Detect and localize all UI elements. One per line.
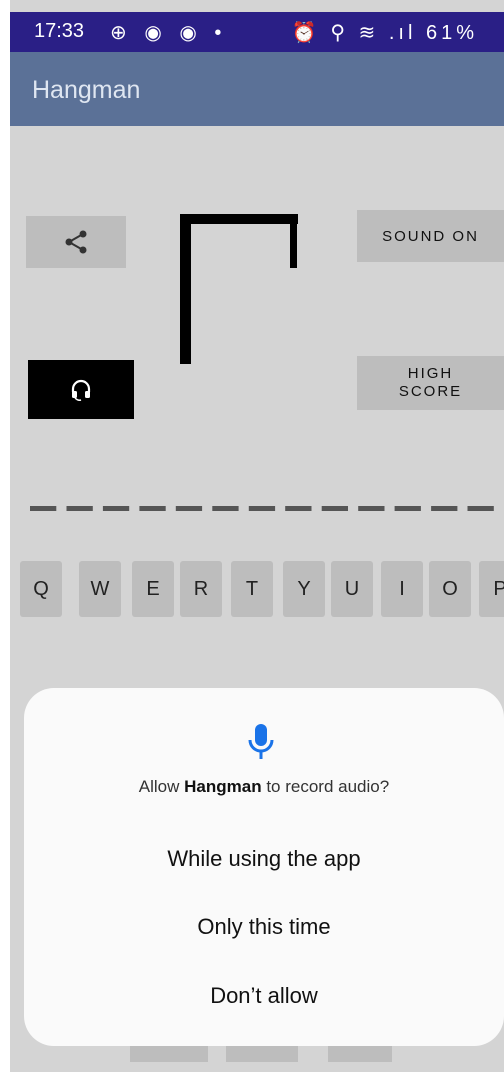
status-bar: 17:33 ⊕ ◉ ◉ • ⏰ ⚲ ≋ .ıl 61% [10, 12, 504, 52]
key-r[interactable]: R [180, 561, 222, 617]
letter-blank [139, 506, 166, 511]
deny-button[interactable]: Don’t allow [24, 983, 504, 1009]
word-blanks [30, 506, 494, 511]
question-app-name: Hangman [184, 777, 262, 796]
letter-blank [175, 506, 203, 511]
allow-while-using-button[interactable]: While using the app [24, 846, 504, 872]
headset-icon [71, 379, 91, 401]
key-p[interactable]: P [479, 561, 504, 617]
permission-dialog: Allow Hangman to record audio? While usi… [24, 688, 504, 1046]
app-bar: Hangman [10, 52, 504, 126]
hidden-key-2 [226, 1044, 298, 1062]
notification-icons: ⊕ ◉ ◉ • [110, 22, 228, 44]
hidden-key-1 [130, 1044, 208, 1062]
share-button[interactable] [26, 216, 126, 268]
key-e[interactable]: E [132, 561, 174, 617]
letter-blank [248, 506, 276, 511]
status-time: 17:33 [34, 20, 85, 42]
hangman-gallows [180, 212, 300, 371]
key-i[interactable]: I [381, 561, 423, 617]
letter-blank [102, 506, 130, 511]
letter-blank [30, 506, 57, 511]
letter-blank [394, 506, 421, 511]
allow-once-button[interactable]: Only this time [24, 914, 504, 940]
app-title: Hangman [32, 76, 141, 104]
key-y[interactable]: Y [283, 561, 325, 617]
microphone-icon [248, 724, 274, 759]
key-q[interactable]: Q [20, 561, 62, 617]
share-icon [65, 230, 87, 254]
permission-question: Allow Hangman to record audio? [24, 777, 504, 797]
key-w[interactable]: W [79, 561, 121, 617]
question-prefix: Allow [138, 777, 185, 796]
letter-blank [431, 506, 458, 511]
high-score-button[interactable]: HIGH SCORE [357, 356, 504, 410]
letter-blank [66, 506, 93, 511]
screen: 17:33 ⊕ ◉ ◉ • ⏰ ⚲ ≋ .ıl 61% Hangman SOUN… [10, 0, 504, 1072]
letter-blank [358, 506, 385, 511]
voice-input-button[interactable] [28, 360, 134, 419]
letter-blank [212, 506, 239, 511]
sound-toggle-button[interactable]: SOUND ON [357, 210, 504, 262]
battery-level: 61% [425, 22, 478, 44]
system-status-icons: ⏰ ⚲ ≋ .ıl 61% [292, 20, 478, 45]
question-suffix: to record audio? [261, 777, 390, 796]
key-t[interactable]: T [231, 561, 273, 617]
hidden-key-3 [328, 1044, 392, 1062]
letter-blank [321, 506, 348, 511]
keyboard-row: QWERTYUIOP [20, 561, 504, 617]
alarm-location-wifi-signal-icons: ⏰ ⚲ ≋ .ıl [291, 22, 417, 44]
letter-blank [467, 506, 494, 511]
key-o[interactable]: O [429, 561, 471, 617]
key-u[interactable]: U [331, 561, 373, 617]
letter-blank [285, 506, 312, 511]
